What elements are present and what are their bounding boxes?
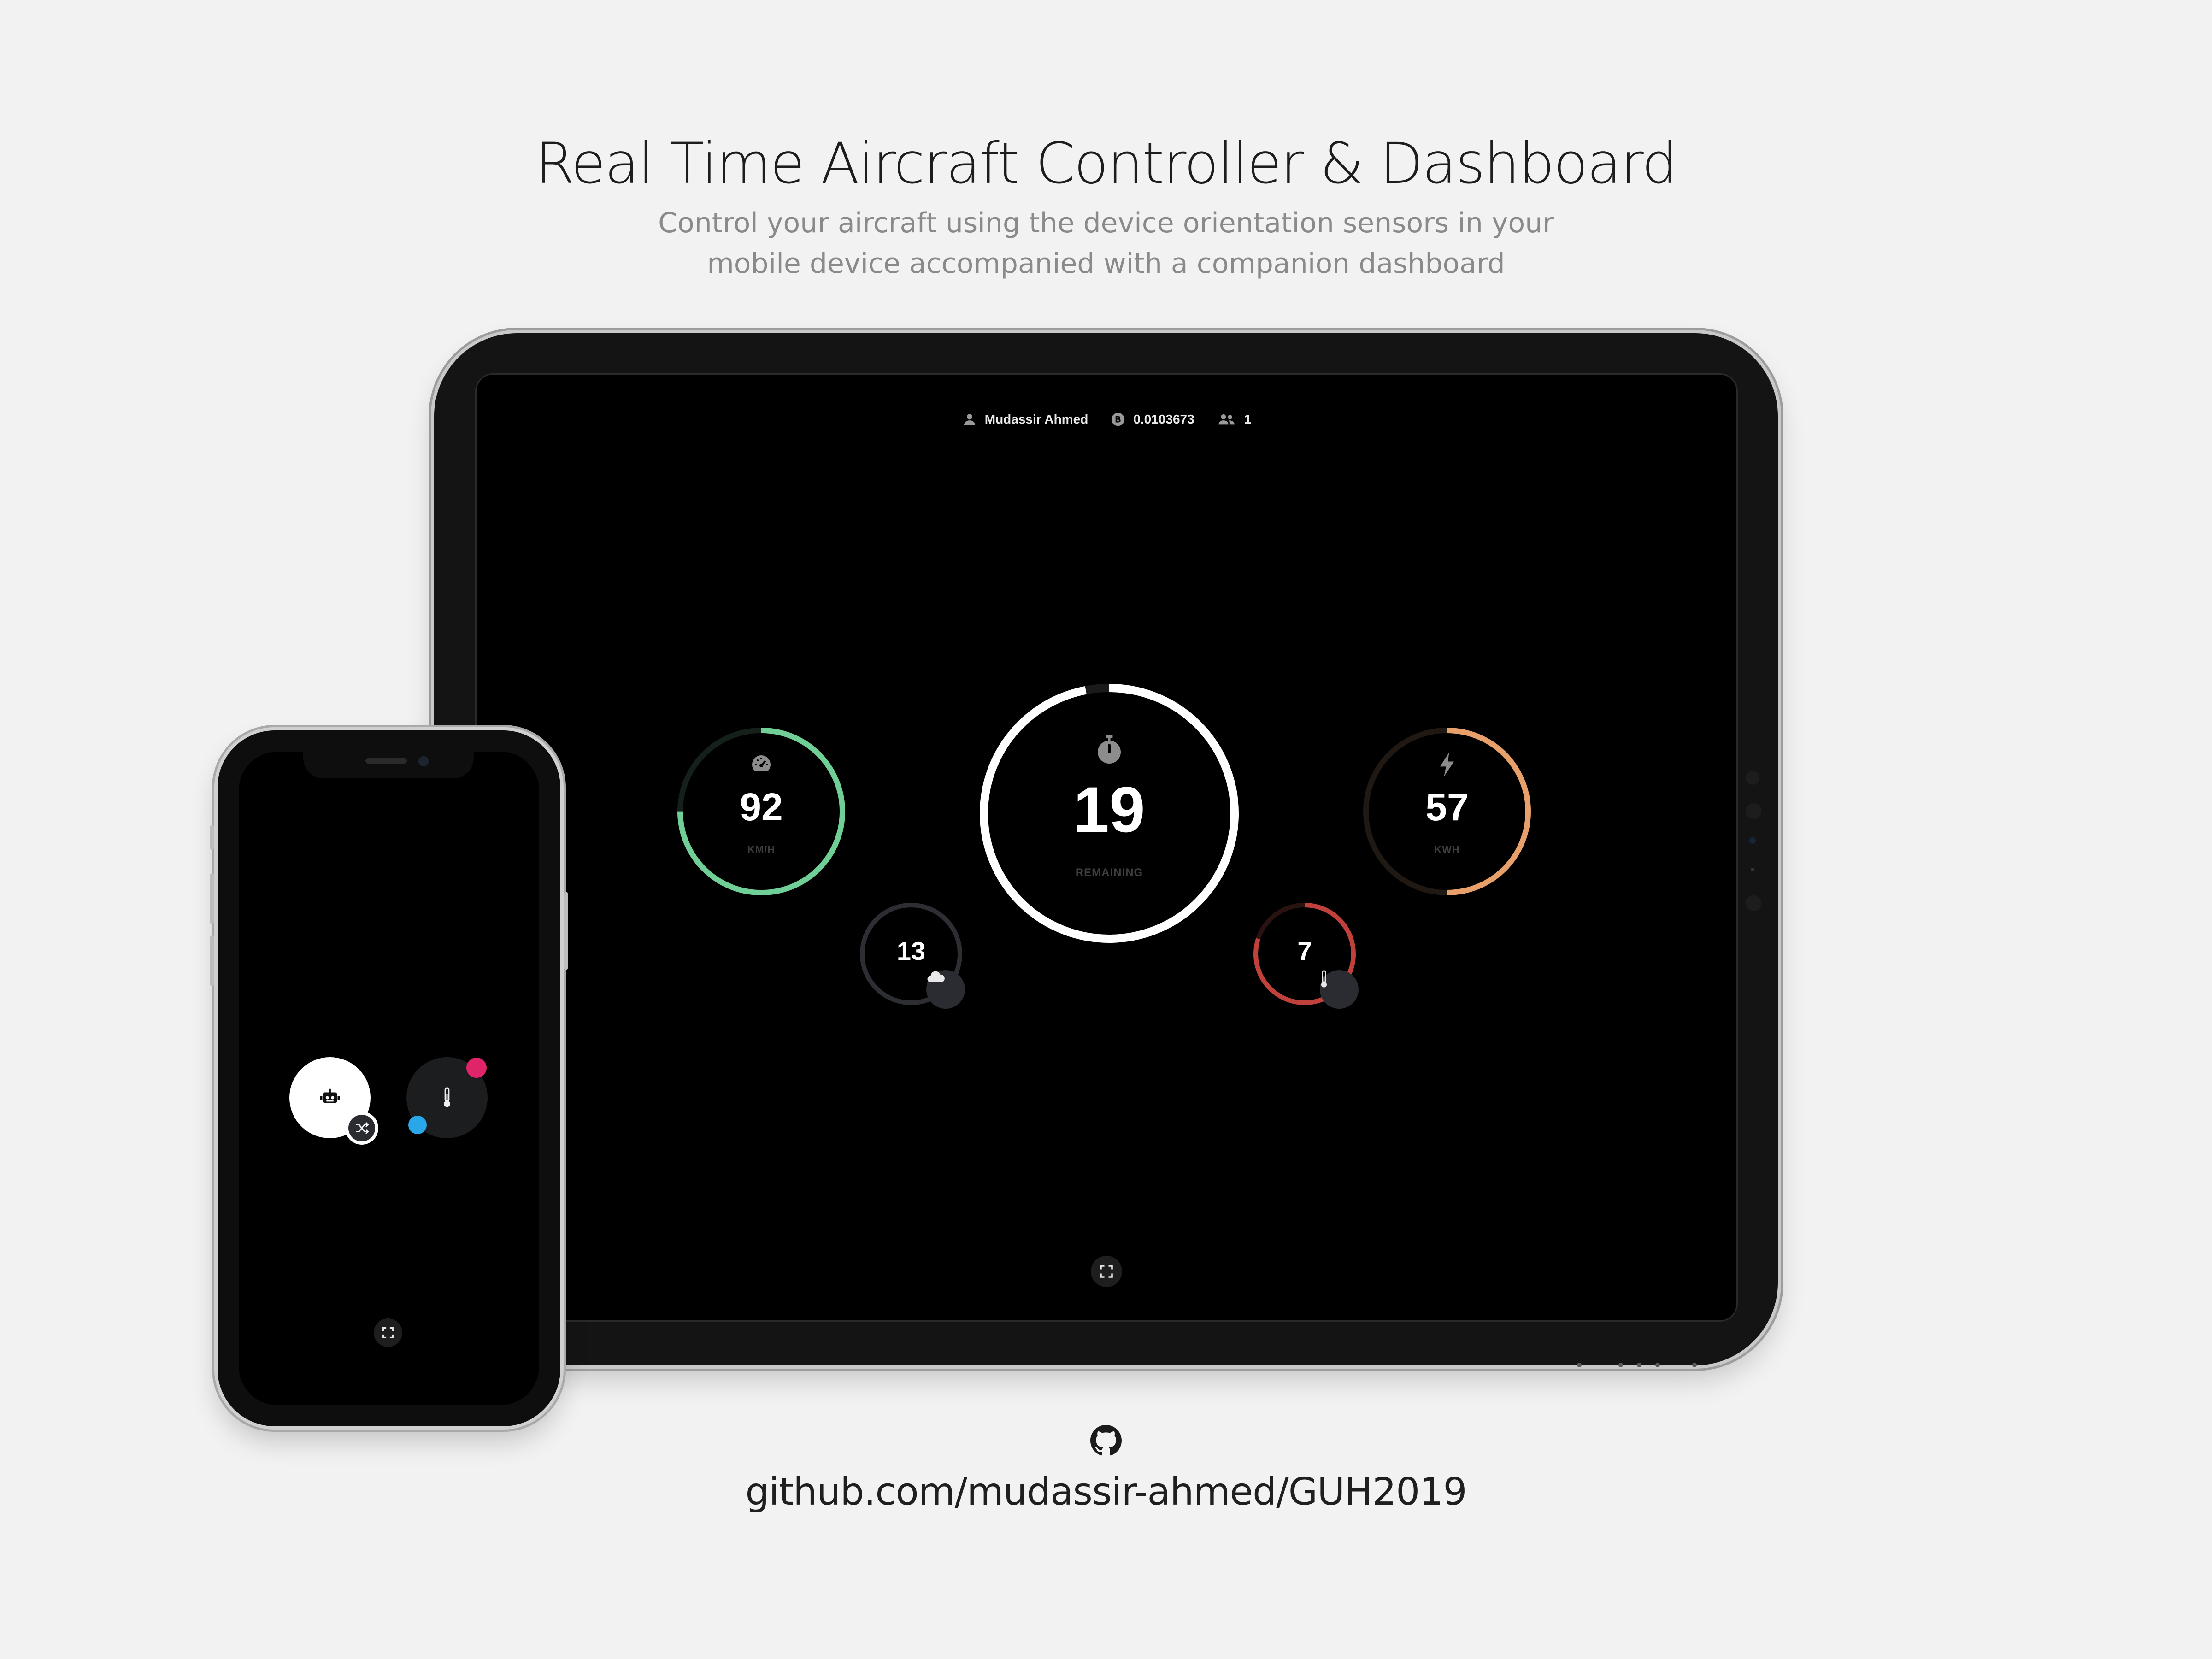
energy-unit: KWH <box>1434 844 1460 855</box>
temperature-gauge: 7 <box>1252 901 1359 1009</box>
subtitle-line-1: Control your aircraft using the device o… <box>658 207 1554 239</box>
user-name: Mudassir Ahmed <box>984 412 1088 426</box>
phone-notch <box>303 752 474 778</box>
pink-indicator-dot <box>466 1058 487 1078</box>
speedometer-icon <box>752 755 771 771</box>
energy-value: 57 <box>1425 785 1469 829</box>
page-subtitle: Control your aircraft using the device o… <box>645 203 1567 284</box>
subtitle-line-2: mobile device accompanied with a compani… <box>707 247 1505 280</box>
thermometer-icon <box>444 1087 450 1107</box>
speed-gauge: 92 KM/H <box>676 726 847 897</box>
controller-screen <box>239 752 539 1405</box>
dashboard-screen: Mudassir Ahmed B 0.0103673 1 92 KM/H 19 … <box>477 375 1736 1320</box>
tablet-device: Mudassir Ahmed B 0.0103673 1 92 KM/H 19 … <box>434 333 1778 1367</box>
thermometer-icon <box>1321 970 1327 988</box>
phone-device <box>210 730 568 1426</box>
speed-value: 92 <box>740 785 783 829</box>
balance-info: B 0.0103673 <box>1110 412 1194 427</box>
cloud-icon <box>927 971 945 983</box>
timer-unit: REMAINING <box>1075 866 1143 879</box>
stopwatch-icon <box>1098 735 1121 764</box>
user-icon <box>964 414 975 425</box>
timer-value: 19 <box>1073 773 1145 846</box>
repo-link[interactable]: github.com/mudassir-ahmed/GUH2019 <box>0 1470 2212 1514</box>
shuffle-icon <box>356 1122 369 1135</box>
bolt-icon <box>1440 753 1454 777</box>
balance-value: 0.0103673 <box>1133 412 1194 426</box>
fullscreen-button[interactable] <box>1091 1256 1122 1287</box>
tablet-speaker-grille <box>1577 1360 1697 1372</box>
coin-icon: B <box>1112 412 1125 426</box>
svg-text:B: B <box>1115 415 1121 424</box>
users-icon <box>1218 414 1235 425</box>
github-icon[interactable] <box>1090 1425 1122 1456</box>
blue-indicator-dot <box>408 1116 427 1134</box>
page-title: Real Time Aircraft Controller & Dashboar… <box>535 131 1677 196</box>
weather-gauge: 13 <box>858 901 965 1009</box>
timer-gauge: 19 REMAINING <box>978 682 1241 945</box>
dashboard-topbar: Mudassir Ahmed B 0.0103673 1 <box>477 408 1736 431</box>
weather-value: 13 <box>896 936 926 965</box>
players-count: 1 <box>1244 412 1252 426</box>
temperature-value: 7 <box>1297 936 1312 965</box>
fullscreen-icon <box>1100 1265 1113 1278</box>
robot-icon <box>320 1088 340 1103</box>
user-info: Mudassir Ahmed <box>962 412 1088 427</box>
weather-badge <box>926 970 965 1009</box>
fullscreen-icon <box>382 1327 394 1338</box>
speed-unit: KM/H <box>747 844 776 855</box>
phone-fullscreen-button[interactable] <box>374 1318 402 1347</box>
temperature-badge <box>1320 970 1359 1009</box>
energy-gauge: 57 KWH <box>1361 726 1533 897</box>
shuffle-badge <box>348 1115 375 1141</box>
players-info: 1 <box>1217 412 1252 427</box>
tablet-sensors <box>1739 771 1767 928</box>
